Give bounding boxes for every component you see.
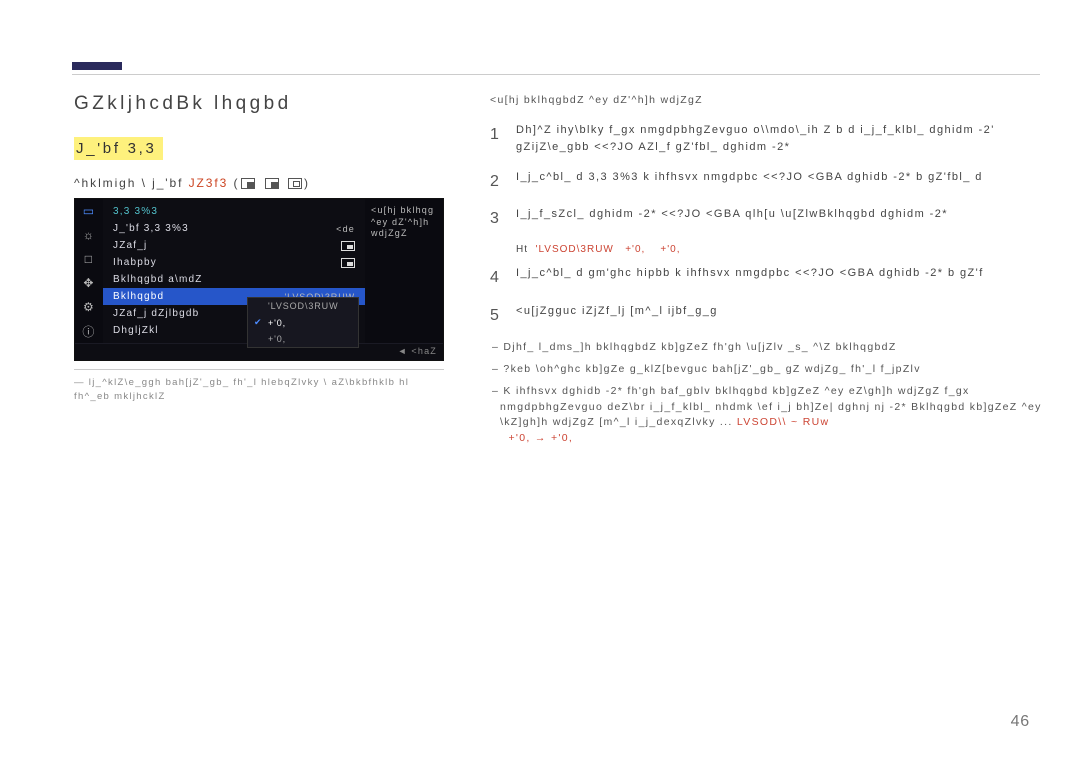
step-row: 1 Dh]^Z ihy\blky f_gx nmgdpbhgZevguo o\\… <box>490 122 1050 157</box>
pip-icon <box>288 178 302 189</box>
left-column: GZkljhcdBk lhqgbd J_'bf 3,3 ^hklmigh \ j… <box>74 93 464 405</box>
display-icon[interactable]: ▭ <box>80 203 98 219</box>
bullet: – K ihfhsvx dghidb -2* fh'gh baf_gblv bk… <box>492 384 1050 447</box>
step-row: 4 I_j_c^bl_ d gm'ghc hipbb k ihfhsvx nmg… <box>490 265 1050 291</box>
osd-row[interactable]: JZaf_j <box>103 237 365 254</box>
step-row: 2 I_j_c^bl_ d 3,3 3%3 k ihfhsvx nmgdpbc … <box>490 169 1050 195</box>
popup-row[interactable]: ✔+'0, <box>248 314 358 331</box>
popup-row[interactable]: +'0, <box>248 331 358 347</box>
osd-row[interactable]: 3,3 3%3 <box>103 203 365 220</box>
move-icon[interactable]: ✥ <box>80 275 98 291</box>
pip-icon <box>241 178 255 189</box>
header-divider <box>72 74 1040 75</box>
step-row: 3 I_j_f_sZcl_ dghidm -2* <<?JO <GBA qlh[… <box>490 206 1050 232</box>
right-caption: <u[hj bklhqgbdZ ^ey dZ'^h]h wdjZgZ <box>490 93 1050 108</box>
pip-icon <box>341 241 355 251</box>
mode-title: J_'bf 3,3 <box>74 137 464 176</box>
osd-row[interactable]: J_'bf 3,3 3%3<de <box>103 220 365 237</box>
popup-row[interactable]: 'LVSOD\3RUW <box>248 298 358 314</box>
letter-icon[interactable]: □ <box>80 251 98 267</box>
subtitle: ^hklmigh \ j_'bf JZ3f3 ( ) <box>74 176 464 190</box>
sun-icon[interactable]: ☼ <box>80 227 98 243</box>
info-icon[interactable]: ⓘ <box>80 323 98 339</box>
right-column: <u[hj bklhqgbdZ ^ey dZ'^h]h wdjZgZ 1 Dh]… <box>490 93 1050 453</box>
osd-row[interactable]: Bklhqgbd a\mdZ <box>103 271 365 288</box>
section-title: GZkljhcdBk lhqgbd <box>74 93 464 115</box>
step-row: 5 <u[jZgguc iZjZf_lj [m^_l ijbf_g_g <box>490 303 1050 329</box>
pip-icon <box>341 258 355 268</box>
pip-icon <box>265 178 279 189</box>
osd-row[interactable]: Ihabpby <box>103 254 365 271</box>
footnote: — lj_^klZ\e_ggh bah[jZ'_gb_ fh'_l hlebqZ… <box>74 376 444 405</box>
osd-panel: ▭ ☼ □ ✥ ⚙ ⓘ 3,3 3%3 J_'bf 3,3 3%3<de JZa… <box>74 198 444 361</box>
accent-bar <box>72 62 122 70</box>
bullet: – Djhf_ l_dms_]h bklhqgbdZ kb]gZeZ fh'gh… <box>492 340 1050 356</box>
divider <box>74 369 444 370</box>
gear-icon[interactable]: ⚙ <box>80 299 98 315</box>
page-number: 46 <box>1011 713 1030 731</box>
osd-popup: 'LVSOD\3RUW ✔+'0, +'0, <box>247 297 359 348</box>
caption-row: Ht 'LVSOD\3RUW +'0, +'0, <box>516 244 1050 255</box>
bullet: – ?keb \oh^ghc kb]gZe g_klZ[bevguc bah[j… <box>492 362 1050 378</box>
osd-tab-icons: ▭ ☼ □ ✥ ⚙ ⓘ <box>75 199 103 343</box>
osd-caption: <u[hj bklhqg ^ey dZ'^h]h wdjZgZ <box>365 199 443 343</box>
bullets: – Djhf_ l_dms_]h bklhqgbdZ kb]gZeZ fh'gh… <box>490 340 1050 447</box>
